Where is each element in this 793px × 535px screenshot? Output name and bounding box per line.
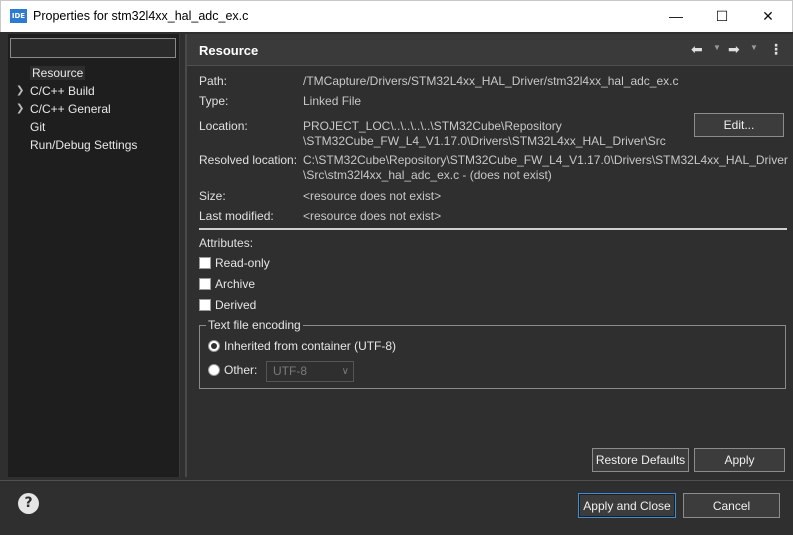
text-file-encoding-group: Text file encoding Inherited from contai…	[199, 318, 786, 389]
help-icon[interactable]: ?	[18, 493, 39, 514]
archive-label: Archive	[215, 277, 256, 291]
encoding-group-legend: Text file encoding	[206, 318, 303, 332]
tree-item-label: C/C++ Build	[30, 84, 95, 98]
read-only-checkbox-row[interactable]: Read-only	[199, 255, 270, 271]
derived-checkbox[interactable]	[199, 299, 211, 311]
tree-item-cpp-build[interactable]: ❯ C/C++ Build	[8, 82, 180, 100]
chevron-down-icon[interactable]: ▼	[713, 43, 721, 52]
resolved-location-line: \Src\stm32l4xx_hal_adc_ex.c - (does not …	[303, 168, 552, 182]
arrow-left-icon[interactable]: ⬅	[691, 41, 703, 58]
chevron-right-icon[interactable]: ❯	[16, 100, 24, 118]
tree-item-run-debug-settings[interactable]: Run/Debug Settings	[8, 136, 180, 154]
vertical-ellipsis-icon[interactable]: ⋮	[769, 41, 783, 58]
footer-separator	[0, 480, 793, 481]
size-value: <resource does not exist>	[303, 189, 442, 203]
derived-checkbox-row[interactable]: Derived	[199, 297, 256, 313]
location-value-line: \STM32Cube_FW_L4_V1.17.0\Drivers\STM32L4…	[303, 134, 666, 148]
inherited-label: Inherited from container (UTF-8)	[224, 339, 397, 353]
other-label: Other:	[224, 363, 258, 377]
apply-and-close-button[interactable]: Apply and Close	[578, 493, 676, 518]
tree-item-cpp-general[interactable]: ❯ C/C++ General	[8, 100, 180, 118]
tree-item-label: Git	[30, 120, 46, 134]
location-value: PROJECT_LOC\..\..\..\..\STM32Cube\Reposi…	[303, 119, 666, 149]
filter-input[interactable]	[10, 38, 176, 58]
encoding-select-value: UTF-8	[273, 364, 307, 378]
restore-defaults-button[interactable]: Restore Defaults	[592, 448, 689, 472]
page-title: Resource	[199, 43, 259, 58]
chevron-down-icon: ∨	[341, 366, 349, 377]
preference-tree-panel: Resource ❯ C/C++ Build ❯ C/C++ General G…	[8, 34, 180, 477]
archive-checkbox[interactable]	[199, 278, 211, 290]
archive-checkbox-row[interactable]: Archive	[199, 276, 255, 292]
inherited-radio[interactable]	[208, 340, 220, 352]
window-titlebar: IDE Properties for stm32l4xx_hal_adc_ex.…	[0, 0, 793, 32]
tree-item-git[interactable]: Git	[8, 118, 180, 136]
resource-page: Resource ⬅ ▼ ➡ ▼ ⋮ Path: /TMCapture/Driv…	[187, 34, 793, 478]
cancel-button[interactable]: Cancel	[683, 493, 780, 518]
tree-item-label: Resource	[30, 66, 86, 80]
resolved-location-label: Resolved location:	[199, 153, 298, 167]
chevron-down-icon[interactable]: ▼	[750, 43, 758, 52]
close-button[interactable]: ✕	[745, 1, 791, 31]
inherited-radio-row[interactable]: Inherited from container (UTF-8)	[208, 339, 396, 353]
apply-label: Apply	[724, 453, 755, 467]
resolved-location-value: C:\STM32Cube\Repository\STM32Cube_FW_L4_…	[303, 153, 788, 183]
separator	[199, 228, 787, 230]
tree-item-label: C/C++ General	[30, 102, 111, 116]
maximize-button[interactable]: ☐	[699, 1, 745, 31]
location-value-line: PROJECT_LOC\..\..\..\..\STM32Cube\Reposi…	[303, 119, 562, 133]
path-value: /TMCapture/Drivers/STM32L4xx_HAL_Driver/…	[303, 74, 679, 88]
edit-button-label: Edit...	[723, 118, 755, 132]
path-label: Path:	[199, 74, 228, 88]
arrow-right-icon[interactable]: ➡	[728, 41, 740, 58]
cancel-label: Cancel	[712, 498, 751, 513]
window-title: Properties for stm32l4xx_hal_adc_ex.c	[33, 9, 249, 23]
type-value: Linked File	[303, 94, 362, 108]
apply-button[interactable]: Apply	[694, 448, 785, 472]
restore-defaults-label: Restore Defaults	[595, 453, 686, 467]
page-header: Resource ⬅ ▼ ➡ ▼ ⋮	[187, 34, 793, 66]
tree-item-label: Run/Debug Settings	[30, 138, 138, 152]
preference-tree: Resource ❯ C/C++ Build ❯ C/C++ General G…	[8, 64, 180, 154]
read-only-checkbox[interactable]	[199, 257, 211, 269]
other-radio-row[interactable]: Other:	[208, 363, 257, 377]
other-radio[interactable]	[208, 364, 220, 376]
read-only-label: Read-only	[215, 256, 270, 270]
derived-label: Derived	[215, 298, 257, 312]
chevron-right-icon[interactable]: ❯	[16, 82, 24, 100]
location-label: Location:	[199, 119, 248, 133]
apply-and-close-label: Apply and Close	[583, 498, 671, 513]
tree-item-resource[interactable]: Resource	[8, 64, 180, 82]
minimize-button[interactable]: —	[653, 1, 699, 31]
ide-app-icon: IDE	[10, 9, 27, 23]
last-modified-value: <resource does not exist>	[303, 209, 442, 223]
type-label: Type:	[199, 94, 229, 108]
attributes-label: Attributes:	[199, 236, 254, 250]
size-label: Size:	[199, 189, 226, 203]
encoding-select[interactable]: UTF-8 ∨	[266, 361, 354, 382]
resolved-location-line: C:\STM32Cube\Repository\STM32Cube_FW_L4_…	[303, 153, 788, 167]
edit-button[interactable]: Edit...	[694, 113, 784, 137]
last-modified-label: Last modified:	[199, 209, 274, 223]
